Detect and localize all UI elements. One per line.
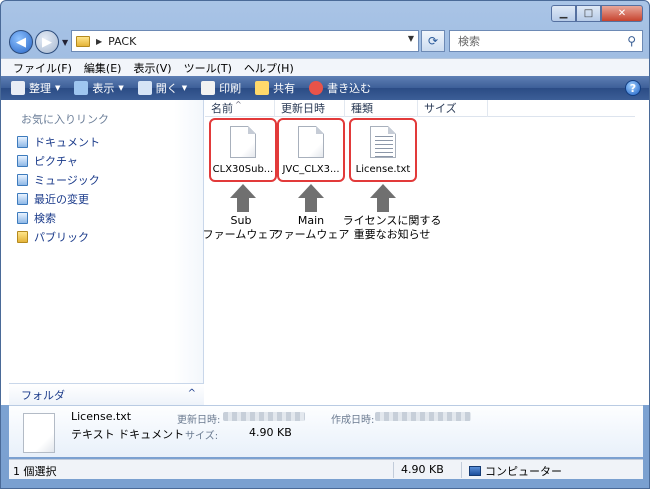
print-icon (201, 81, 216, 95)
file-item[interactable]: CLX30Sub... (209, 118, 277, 182)
annotation-sub-firmware: Sub ファームウェア (202, 214, 280, 241)
body-area: お気に入りリンク ドキュメント ピクチャ ミュージック 最近の変更 検索 パブリ… (1, 100, 649, 405)
nav-item-pictures[interactable]: ピクチャ (17, 151, 100, 170)
menu-help[interactable]: ヘルプ(H) (244, 60, 294, 76)
blurred-modified-date (223, 412, 305, 421)
file-item[interactable]: JVC_CLX3... (277, 118, 345, 182)
forward-button[interactable]: ▶ (35, 30, 59, 54)
menu-view[interactable]: 表示(V) (133, 60, 171, 76)
file-name: License.txt (355, 164, 411, 175)
refresh-button[interactable]: ⟳ (421, 30, 445, 52)
file-list-area: ^ 名前 更新日時 種類 サイズ CLX30Sub... JVC_CLX3... … (203, 100, 635, 405)
folder-icon (76, 35, 90, 47)
address-path[interactable]: PACK (108, 35, 136, 48)
pictures-icon (17, 154, 28, 167)
search-placeholder: 検索 (458, 35, 480, 48)
nav-item-searches[interactable]: 検索 (17, 208, 100, 227)
navigation-pane: お気に入りリンク ドキュメント ピクチャ ミュージック 最近の変更 検索 パブリ… (9, 100, 204, 405)
close-button[interactable]: ✕ (601, 5, 643, 22)
burn-icon (309, 81, 324, 95)
recent-pages-dropdown[interactable]: ▼ (62, 38, 68, 47)
maximize-button[interactable]: □ (576, 5, 601, 22)
column-header-modified[interactable]: 更新日時 (275, 100, 345, 117)
details-size-value: 4.90 KB (249, 426, 292, 439)
address-row: ◀ ▶ ▼ ▶ PACK ▼ ⟳ 検索 ⚲ (9, 29, 643, 55)
share-icon (255, 81, 270, 95)
details-created-label: 作成日時: (331, 415, 375, 426)
searches-icon (17, 211, 28, 224)
favorite-links-list: ドキュメント ピクチャ ミュージック 最近の変更 検索 パブリック (17, 132, 100, 246)
up-arrow-icon (298, 184, 324, 214)
nav-item-recent[interactable]: 最近の変更 (17, 189, 100, 208)
status-selection: 1 個選択 (13, 465, 57, 478)
menu-file[interactable]: ファイル(F) (13, 60, 72, 76)
sort-up-icon: ^ (235, 100, 242, 109)
annotation-license-notice: ライセンスに関する 重要なお知らせ (342, 214, 442, 241)
back-button[interactable]: ◀ (9, 30, 33, 54)
column-header-name[interactable]: ^ 名前 (205, 100, 275, 117)
open-button[interactable]: 開く ▼ (137, 80, 187, 96)
organize-icon (11, 81, 25, 95)
file-name: CLX30Sub... (212, 164, 274, 175)
music-icon (17, 173, 28, 186)
print-button[interactable]: 印刷 (201, 80, 241, 96)
command-bar: 整理 ▼ 表示 ▼ 開く ▼ 印刷 共有 書き込む ? (1, 76, 649, 100)
share-button[interactable]: 共有 (255, 80, 295, 96)
computer-icon (469, 466, 481, 476)
views-icon (74, 81, 89, 95)
refresh-icon: ⟳ (427, 34, 439, 48)
status-location: コンピューター (469, 463, 562, 479)
document-icon (298, 126, 324, 158)
address-bar[interactable]: ▶ PACK ▼ (71, 30, 419, 52)
details-size-label: サイズ: (185, 431, 219, 442)
folders-toggle[interactable]: フォルダ ^ (9, 383, 204, 405)
status-size: 4.90 KB (401, 463, 444, 476)
back-arrow-icon: ◀ (16, 34, 26, 50)
nav-item-documents[interactable]: ドキュメント (17, 132, 100, 151)
address-dropdown-icon[interactable]: ▼ (408, 34, 414, 43)
search-icon[interactable]: ⚲ (627, 34, 636, 48)
vertical-scrollbar[interactable] (635, 100, 643, 405)
chevron-up-icon[interactable]: ^ (188, 388, 196, 399)
nav-item-public[interactable]: パブリック (17, 227, 100, 246)
menu-bar: ファイル(F) 編集(E) 表示(V) ツール(T) ヘルプ(H) (1, 58, 649, 76)
recent-icon (17, 192, 28, 205)
details-file-type: テキスト ドキュメント (71, 428, 185, 441)
forward-arrow-icon: ▶ (42, 34, 52, 50)
open-icon (137, 81, 152, 95)
blurred-created-date (375, 412, 471, 421)
file-name: JVC_CLX3... (282, 164, 340, 175)
public-folder-icon (17, 230, 28, 243)
large-document-icon (23, 413, 55, 453)
column-header-type[interactable]: 種類 (345, 100, 418, 117)
text-document-icon (370, 126, 396, 158)
up-arrow-icon (370, 184, 396, 214)
organize-button[interactable]: 整理 ▼ (11, 80, 60, 96)
explorer-window: ▁ □ ✕ ◀ ▶ ▼ ▶ PACK ▼ ⟳ 検索 ⚲ ファイル(F) 編集(E… (0, 0, 650, 489)
document-icon (230, 126, 256, 158)
caption-buttons: ▁ □ ✕ (551, 5, 643, 22)
details-modified-label: 更新日時: (177, 415, 221, 426)
folders-label: フォルダ (21, 388, 65, 402)
details-file-name: License.txt (71, 410, 132, 423)
favorite-links-title: お気に入りリンク (21, 113, 109, 126)
views-button[interactable]: 表示 ▼ (74, 80, 124, 96)
menu-tools[interactable]: ツール(T) (184, 60, 232, 76)
documents-icon (17, 135, 28, 148)
file-item[interactable]: License.txt (349, 118, 417, 182)
help-button[interactable]: ? (625, 80, 641, 96)
search-input[interactable]: 検索 ⚲ (449, 30, 643, 52)
minimize-button[interactable]: ▁ (551, 5, 576, 22)
nav-item-music[interactable]: ミュージック (17, 170, 100, 189)
details-pane: License.txt テキスト ドキュメント 更新日時: 作成日時: サイズ:… (9, 405, 643, 457)
breadcrumb-chevron-icon[interactable]: ▶ (96, 37, 102, 46)
burn-button[interactable]: 書き込む (309, 80, 371, 96)
status-bar: 1 個選択 4.90 KB コンピューター (9, 459, 643, 479)
column-headers: ^ 名前 更新日時 種類 サイズ (205, 100, 635, 117)
up-arrow-icon (230, 184, 256, 214)
column-header-size[interactable]: サイズ (418, 100, 488, 117)
menu-edit[interactable]: 編集(E) (84, 60, 122, 76)
help-icon: ? (629, 81, 637, 95)
